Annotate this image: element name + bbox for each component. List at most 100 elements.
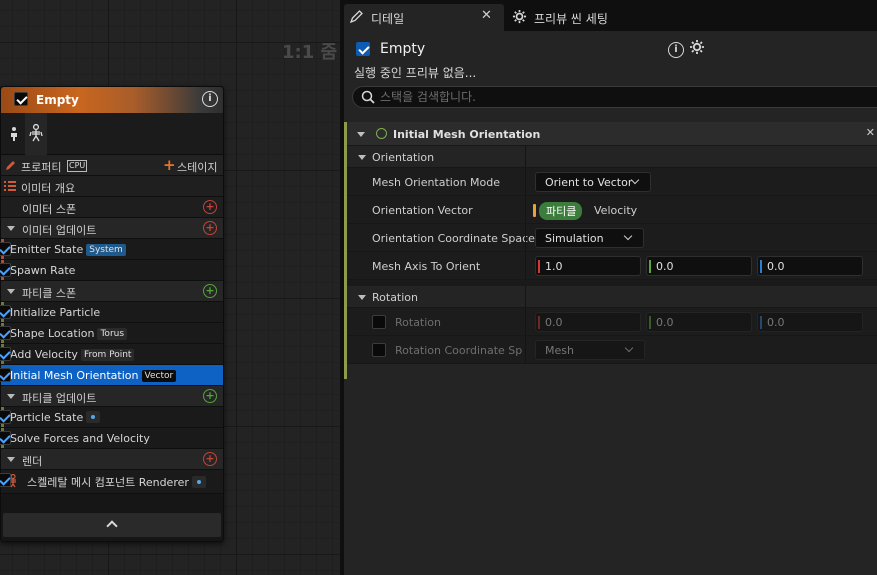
module-enable-checkbox[interactable] xyxy=(0,473,11,487)
section-render[interactable]: 렌더 + xyxy=(1,449,223,470)
module-enable-checkbox[interactable] xyxy=(0,263,11,277)
module-label: Spawn Rate xyxy=(10,264,76,277)
axis-x-input[interactable]: 1.0 xyxy=(535,256,641,276)
section-label: 이미터 스폰 xyxy=(22,203,77,216)
module-label: Solve Forces and Velocity xyxy=(10,432,150,445)
emitter-node[interactable]: Empty i 프로퍼티 CPU + 스테이지 이미터 개요 이미터 스폰 + … xyxy=(0,86,224,542)
module-enable-checkbox[interactable] xyxy=(0,368,11,382)
module-enable-checkbox[interactable] xyxy=(0,305,11,319)
collapse-arrow-icon[interactable] xyxy=(357,132,365,137)
emitter-node-header[interactable]: Empty i xyxy=(1,87,223,113)
mannequin-icon[interactable] xyxy=(9,126,19,145)
module-enable-checkbox[interactable] xyxy=(0,326,11,340)
chevron-down-icon xyxy=(623,231,633,241)
stage-label[interactable]: 스테이지 xyxy=(177,159,217,175)
details-panel: 디테일 ✕ 프리뷰 씬 세팅 Empty i 실행 중인 프리뷰 없음... 스… xyxy=(344,0,877,575)
pencil-icon xyxy=(5,159,17,174)
module-enable-checkbox[interactable] xyxy=(0,431,11,445)
gear-icon[interactable] xyxy=(689,39,705,58)
axis-x-marker xyxy=(538,316,540,329)
section-emitter-summary[interactable]: 이미터 개요 xyxy=(1,176,223,197)
graph-canvas[interactable]: 1:1 줌 Empty i 프로퍼티 CPU + 스테이지 이미터 개요 이미터… xyxy=(0,0,340,575)
close-icon[interactable]: ✕ xyxy=(481,8,492,23)
module-enable-checkbox[interactable] xyxy=(0,242,11,256)
rotation-coordinate-space-dropdown[interactable]: Mesh xyxy=(535,340,645,360)
collapse-arrow-icon[interactable] xyxy=(7,289,15,294)
module-initialize-particle[interactable]: Initialize Particle xyxy=(0,302,223,323)
property-label: Rotation Coordinate Spac xyxy=(395,344,523,357)
add-module-icon[interactable]: + xyxy=(203,200,217,214)
collapse-arrow-icon[interactable] xyxy=(7,226,15,231)
tab-bar: 디테일 ✕ 프리뷰 씬 세팅 xyxy=(344,0,877,31)
info-icon[interactable]: i xyxy=(202,91,218,107)
section-emitter-spawn[interactable]: 이미터 스폰 + xyxy=(1,197,223,218)
add-stage-icon[interactable]: + xyxy=(163,156,176,174)
add-module-icon[interactable]: + xyxy=(203,389,217,403)
collapse-node-button[interactable] xyxy=(3,513,221,537)
rotation-y-input[interactable]: 0.0 xyxy=(646,312,752,332)
search-input[interactable] xyxy=(380,89,860,105)
section-particle-update[interactable]: 파티클 업데이트 + xyxy=(1,386,223,407)
section-particle-spawn[interactable]: 파티클 스폰 + xyxy=(1,281,223,302)
skeleton-icon xyxy=(29,123,43,145)
rotation-z-input[interactable]: 0.0 xyxy=(757,312,863,332)
group-rotation[interactable]: Rotation xyxy=(347,286,877,308)
module-spawn-rate[interactable]: Spawn Rate xyxy=(0,260,223,281)
rotation-x-input[interactable]: 0.0 xyxy=(535,312,641,332)
add-module-icon[interactable]: + xyxy=(203,452,217,466)
tab-details[interactable]: 디테일 ✕ xyxy=(344,4,504,31)
object-enable-checkbox[interactable] xyxy=(356,42,370,56)
module-shape-location[interactable]: Shape Location Torus xyxy=(0,323,223,344)
module-particle-state[interactable]: Particle State xyxy=(0,407,223,428)
section-label: 파티클 업데이트 xyxy=(22,392,97,405)
axis-z-input[interactable]: 0.0 xyxy=(757,256,863,276)
module-solve-forces[interactable]: Solve Forces and Velocity xyxy=(0,428,223,449)
properties-row[interactable]: 프로퍼티 CPU + 스테이지 xyxy=(1,155,223,176)
list-icon xyxy=(4,181,16,194)
axis-y-input[interactable]: 0.0 xyxy=(646,256,752,276)
collapse-arrow-icon[interactable] xyxy=(7,394,15,399)
info-icon[interactable]: i xyxy=(668,42,684,58)
property-orientation-vector: Orientation Vector 파티클 Velocity xyxy=(347,196,877,224)
section-emitter-update[interactable]: 이미터 업데이트 + xyxy=(1,218,223,239)
close-icon[interactable]: ✕ xyxy=(866,126,875,139)
search-box[interactable] xyxy=(352,86,877,108)
orientation-coordinate-space-dropdown[interactable]: Simulation xyxy=(535,228,644,248)
group-orientation[interactable]: Orientation xyxy=(347,146,877,168)
emitter-title: Empty xyxy=(36,93,79,107)
parameter-name[interactable]: Velocity xyxy=(594,204,637,217)
module-emitter-state[interactable]: Emitter State System xyxy=(0,239,223,260)
property-label: Orientation Vector xyxy=(372,204,473,217)
module-initial-mesh-orientation[interactable]: Initial Mesh Orientation Vector xyxy=(0,365,223,386)
property-label: Orientation Coordinate Space xyxy=(372,232,535,245)
module-label: Add Velocity xyxy=(10,348,78,361)
module-renderer[interactable]: 스켈레탈 메시 컴포넌트 Renderer xyxy=(0,470,223,494)
property-grid: Initial Mesh Orientation ✕ Orientation M… xyxy=(344,122,877,379)
collapse-arrow-icon[interactable] xyxy=(358,295,366,300)
section-label: 렌더 xyxy=(22,455,43,468)
category-header[interactable]: Initial Mesh Orientation ✕ xyxy=(347,122,877,146)
tab-preview-scene-settings[interactable]: 프리뷰 씬 세팅 xyxy=(510,4,670,31)
namespace-label: 파티클 xyxy=(532,202,583,220)
tab-label: 프리뷰 씬 세팅 xyxy=(534,12,608,26)
add-module-icon[interactable]: + xyxy=(203,221,217,235)
emitter-enable-checkbox[interactable] xyxy=(14,92,28,106)
module-enable-checkbox[interactable] xyxy=(0,347,11,361)
rotation-space-override-checkbox[interactable] xyxy=(372,343,386,357)
collapse-arrow-icon[interactable] xyxy=(358,155,366,160)
module-add-velocity[interactable]: Add Velocity From Point xyxy=(0,344,223,365)
section-label: 이미터 업데이트 xyxy=(22,224,97,237)
dropdown-value: Orient to Vector xyxy=(545,176,633,189)
collapse-arrow-icon[interactable] xyxy=(7,457,15,462)
group-label: Orientation xyxy=(372,151,435,164)
section-label: 파티클 스폰 xyxy=(22,287,77,300)
parameter-namespace-pill[interactable]: 파티클 xyxy=(532,202,583,220)
add-module-icon[interactable]: + xyxy=(203,284,217,298)
zoom-label: 1:1 줌 xyxy=(282,42,338,63)
module-enable-checkbox[interactable] xyxy=(0,410,11,424)
rotation-override-checkbox[interactable] xyxy=(372,315,386,329)
axis-y-value: 0.0 xyxy=(656,316,674,329)
property-mesh-axis-to-orient: Mesh Axis To Orient 1.0 0.0 0.0 xyxy=(347,252,877,280)
mesh-orientation-mode-dropdown[interactable]: Orient to Vector xyxy=(535,172,651,192)
axis-x-marker xyxy=(538,260,540,273)
